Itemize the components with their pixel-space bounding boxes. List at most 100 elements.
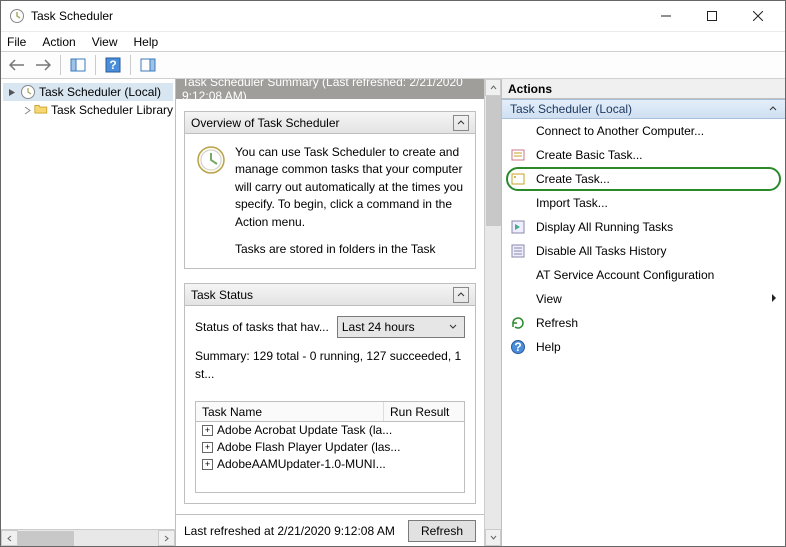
blank-icon (510, 267, 526, 283)
action-disable-history[interactable]: Disable All Tasks History (502, 239, 785, 263)
actions-group-label: Task Scheduler (Local) (510, 102, 632, 116)
running-icon (510, 219, 526, 235)
last-refreshed-text: Last refreshed at 2/21/2020 9:12:08 AM (184, 524, 400, 538)
collapse-icon[interactable] (453, 287, 469, 303)
overview-text-2: Tasks are stored in folders in the Task (235, 241, 465, 258)
title-bar: Task Scheduler (1, 1, 785, 31)
task-name: Adobe Acrobat Update Task (la... (217, 422, 392, 439)
show-hide-action-button[interactable] (136, 54, 160, 76)
overview-header[interactable]: Overview of Task Scheduler (185, 112, 475, 134)
nav-tree[interactable]: Task Scheduler (Local) Task Scheduler Li… (1, 79, 175, 529)
menu-file[interactable]: File (7, 35, 26, 49)
summary-vscrollbar[interactable] (484, 79, 501, 546)
blank-icon (510, 291, 526, 307)
action-help[interactable]: ? Help (502, 335, 785, 359)
menu-bar: File Action View Help (1, 31, 785, 51)
action-import[interactable]: Import Task... (502, 191, 785, 215)
tree-pane: Task Scheduler (Local) Task Scheduler Li… (1, 79, 176, 546)
action-label: Connect to Another Computer... (536, 124, 704, 138)
window-title: Task Scheduler (31, 9, 643, 23)
tree-library-label: Task Scheduler Library (51, 103, 173, 117)
back-button[interactable] (5, 54, 29, 76)
actions-pane: Actions Task Scheduler (Local) Connect t… (502, 79, 785, 546)
help-button[interactable]: ? (101, 54, 125, 76)
collapse-icon[interactable] (769, 102, 777, 116)
expand-icon[interactable] (23, 105, 32, 116)
maximize-button[interactable] (689, 1, 735, 31)
svg-text:?: ? (514, 340, 521, 354)
tree-root-label: Task Scheduler (Local) (39, 85, 161, 99)
action-refresh[interactable]: Refresh (502, 311, 785, 335)
period-dropdown[interactable]: Last 24 hours (337, 316, 465, 338)
overview-text: You can use Task Scheduler to create and… (235, 144, 465, 231)
period-value: Last 24 hours (342, 319, 415, 336)
app-icon (9, 8, 25, 24)
actions-group-header[interactable]: Task Scheduler (Local) (502, 99, 785, 119)
task-row[interactable]: +AdobeAAMUpdater-1.0-MUNI... (196, 456, 464, 473)
tree-root[interactable]: Task Scheduler (Local) (3, 83, 173, 101)
scroll-right-icon[interactable] (158, 530, 175, 546)
task-status-group: Task Status Status of tasks that hav... … (184, 283, 476, 504)
scroll-down-icon[interactable] (485, 529, 501, 546)
task-icon (510, 171, 526, 187)
expand-icon[interactable]: + (202, 425, 213, 436)
action-label: Import Task... (536, 196, 608, 210)
help-icon: ? (510, 339, 526, 355)
col-run-result[interactable]: Run Result (384, 402, 464, 421)
action-create-task[interactable]: Create Task... (502, 167, 785, 191)
task-row[interactable]: + Adobe Flash Player Updater (las... (196, 439, 464, 456)
action-create-basic[interactable]: Create Basic Task... (502, 143, 785, 167)
toolbar: ? (1, 51, 785, 79)
overview-group: Overview of Task Scheduler You can use T… (184, 111, 476, 269)
expand-icon[interactable] (7, 87, 18, 98)
col-task-name[interactable]: Task Name (196, 402, 384, 421)
close-button[interactable] (735, 1, 781, 31)
status-label: Status of tasks that hav... (195, 319, 329, 336)
toolbar-separator (60, 55, 61, 75)
forward-button[interactable] (31, 54, 55, 76)
summary-footer: Last refreshed at 2/21/2020 9:12:08 AM R… (176, 514, 484, 546)
refresh-button[interactable]: Refresh (408, 520, 476, 542)
action-at-service[interactable]: AT Service Account Configuration (502, 263, 785, 287)
task-table-header[interactable]: Task Name Run Result (196, 402, 464, 422)
action-label: AT Service Account Configuration (536, 268, 714, 282)
toolbar-separator (95, 55, 96, 75)
show-hide-tree-button[interactable] (66, 54, 90, 76)
clock-icon (195, 144, 227, 176)
expand-icon[interactable]: + (202, 442, 213, 453)
chevron-down-icon (446, 323, 460, 331)
summary-header: Task Scheduler Summary (Last refreshed: … (176, 79, 484, 99)
tree-library[interactable]: Task Scheduler Library (3, 101, 173, 119)
task-row[interactable]: + Adobe Acrobat Update Task (la... (196, 422, 464, 439)
action-label: Create Task... (536, 172, 610, 186)
actions-header: Actions (502, 79, 785, 99)
menu-view[interactable]: View (92, 35, 118, 49)
expand-icon[interactable]: + (202, 459, 213, 470)
task-name: Adobe Flash Player Updater (las... (217, 439, 400, 456)
action-label: Create Basic Task... (536, 148, 643, 162)
main-area: Task Scheduler (Local) Task Scheduler Li… (1, 79, 785, 546)
action-connect[interactable]: Connect to Another Computer... (502, 119, 785, 143)
folder-icon (34, 102, 48, 118)
task-table: Task Name Run Result + Adobe Acrobat Upda… (195, 401, 465, 493)
menu-help[interactable]: Help (134, 35, 159, 49)
action-view[interactable]: View (502, 287, 785, 311)
action-label: View (536, 292, 562, 306)
scroll-left-icon[interactable] (1, 530, 18, 546)
summary-pane: Task Scheduler Summary (Last refreshed: … (176, 79, 484, 546)
svg-text:?: ? (109, 58, 116, 72)
submenu-arrow-icon (771, 292, 777, 306)
scroll-up-icon[interactable] (485, 79, 501, 96)
import-icon (510, 195, 526, 211)
task-status-header[interactable]: Task Status (185, 284, 475, 306)
action-label: Help (536, 340, 561, 354)
menu-action[interactable]: Action (42, 35, 75, 49)
task-status-title: Task Status (191, 288, 253, 302)
minimize-button[interactable] (643, 1, 689, 31)
collapse-icon[interactable] (453, 115, 469, 131)
action-display-running[interactable]: Display All Running Tasks (502, 215, 785, 239)
history-icon (510, 243, 526, 259)
action-label: Disable All Tasks History (536, 244, 667, 258)
refresh-icon (510, 315, 526, 331)
tree-hscrollbar[interactable] (1, 529, 175, 546)
